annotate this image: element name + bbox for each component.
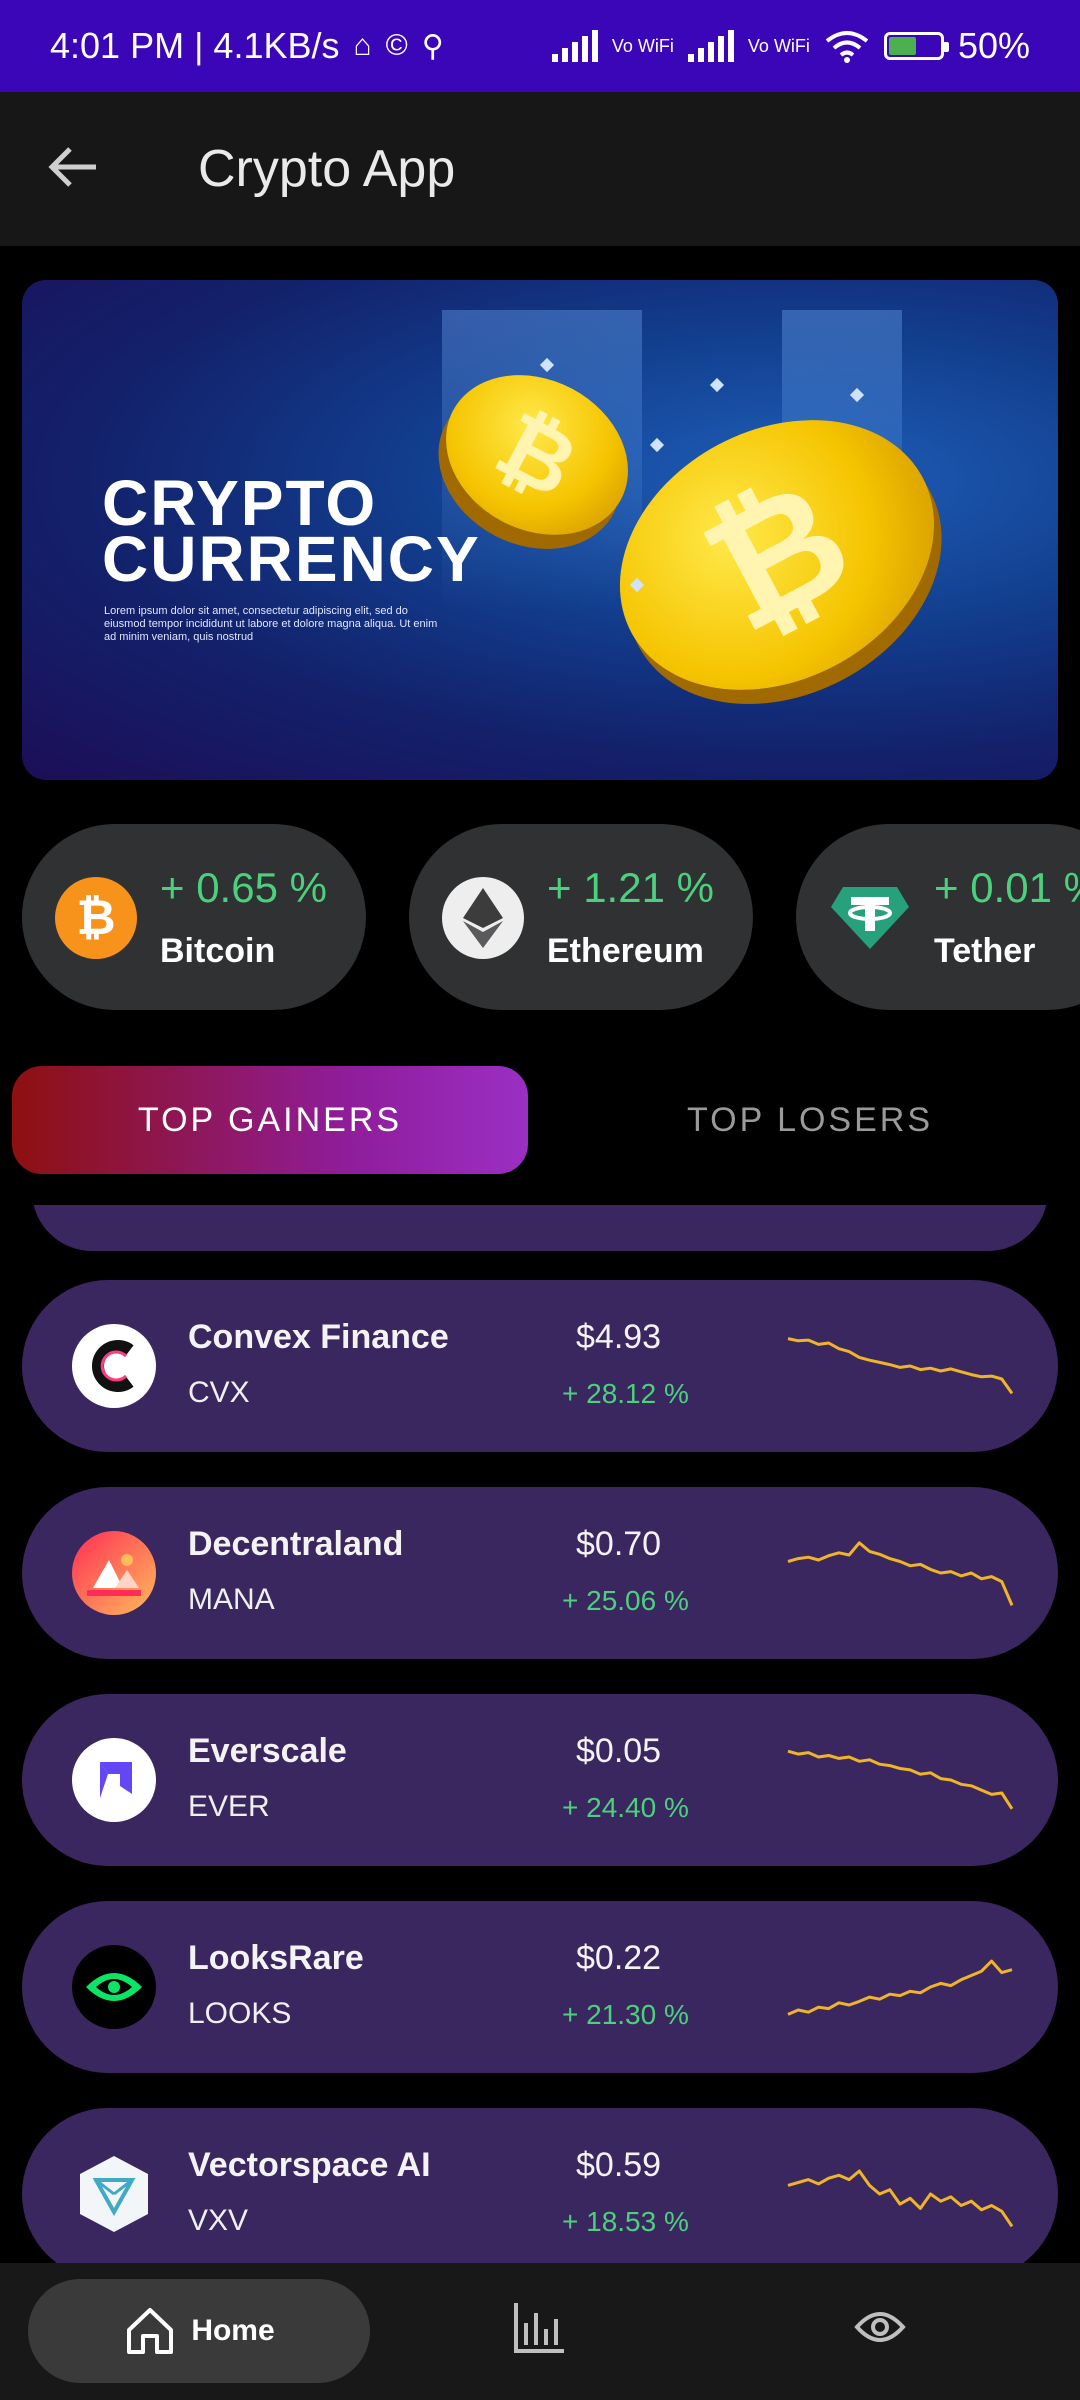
tab-top-gainers[interactable]: TOP GAINERS (12, 1066, 528, 1174)
sparkline-chart (787, 1541, 1014, 1606)
coin-name: LooksRare (188, 1939, 364, 1977)
wifi-icon (825, 31, 869, 63)
back-arrow-icon[interactable] (48, 137, 108, 202)
coin-name: Convex Finance (188, 1318, 449, 1356)
watchlist-eye-icon[interactable] (854, 2305, 906, 2349)
page-title: Crypto App (198, 140, 456, 198)
list-item[interactable]: LooksRare LOOKS $0.22 + 21.30 % (22, 1901, 1058, 2073)
promo-banner: CRYPTO CURRENCY Lorem ipsum dolor sit am… (22, 280, 1058, 780)
ticker-strip[interactable]: ₿ + 0.65 % Bitcoin + 1.21 % Ethereum + 0… (0, 824, 1080, 1010)
tab-top-losers[interactable]: TOP LOSERS (560, 1066, 1060, 1174)
coin-change: + 28.12 % (562, 1378, 689, 1409)
list-item[interactable]: Vectorspace AI VXV $0.59 + 18.53 % (22, 2108, 1058, 2263)
home-icon (127, 2308, 174, 2354)
list-item[interactable]: Convex Finance CVX $4.93 + 28.12 % (22, 1280, 1058, 1452)
sparkline-path (787, 1959, 1013, 2016)
vowifi-label-1: Vo WiFi (611, 36, 674, 56)
coin-name: Vectorspace AI (188, 2146, 431, 2184)
coin-symbol: VXV (188, 2204, 249, 2237)
coin-price: $0.59 (576, 2146, 662, 2184)
sparkline-chart (787, 2169, 1014, 2228)
coin-symbol: LOOKS (188, 1997, 292, 2030)
battery-icon (883, 32, 949, 60)
coin-price: $0.70 (576, 1525, 662, 1563)
coin-price: $4.93 (576, 1318, 662, 1356)
coin-price: $0.05 (576, 1732, 662, 1770)
list-item-partial (32, 1205, 1048, 1251)
ethereum-icon (442, 877, 524, 959)
coin-change: + 24.40 % (562, 1792, 689, 1823)
ticker-name: Ethereum (547, 932, 704, 970)
coin-symbol: EVER (188, 1790, 270, 1823)
list-item[interactable]: Everscale EVER $0.05 + 24.40 % (22, 1694, 1058, 1866)
coin-change: + 21.30 % (562, 1999, 689, 2030)
sparkline-path (787, 2169, 1014, 2228)
coin-name: Decentraland (188, 1525, 404, 1563)
sparkline-path (787, 1337, 1014, 1395)
bar-chart-icon[interactable] (510, 2299, 568, 2357)
ticker-card-tether[interactable]: + 0.01 % Tether (796, 824, 1080, 1010)
sparkline-chart (787, 1337, 1014, 1395)
coin-symbol: CVX (188, 1376, 250, 1409)
location-icon: ⚲ (421, 29, 444, 63)
app-notification-icon: © (385, 29, 408, 62)
ticker-name: Tether (934, 932, 1036, 970)
sparkline-path (787, 1749, 1014, 1810)
nav-home-button[interactable]: Home (28, 2279, 370, 2383)
looksrare-icon (72, 1945, 156, 2029)
coin-change: + 18.53 % (562, 2206, 689, 2237)
coin-price: $0.22 (576, 1939, 662, 1977)
nav-home-label: Home (191, 2314, 275, 2347)
tether-icon (829, 877, 911, 959)
ticker-change: + 1.21 % (547, 864, 714, 911)
ticker-change: + 0.65 % (160, 864, 327, 911)
banner-title: CRYPTO CURRENCY (102, 467, 481, 595)
notification-icon: ⌂ (353, 29, 372, 62)
everscale-icon (72, 1738, 156, 1822)
banner-subtitle: Lorem ipsum dolor sit amet, consectetur … (104, 605, 438, 643)
vectorspace-ai-icon (72, 2152, 156, 2236)
signal-icon (551, 30, 598, 62)
ticker-card-ethereum[interactable]: + 1.21 % Ethereum (409, 824, 753, 1010)
coin-symbol: MANA (188, 1583, 275, 1616)
decentraland-icon (72, 1531, 156, 1615)
vowifi-label-2: Vo WiFi (747, 36, 810, 56)
bitcoin-icon: ₿ (55, 877, 137, 959)
coin-change: + 25.06 % (562, 1585, 689, 1616)
ticker-card-bitcoin[interactable]: ₿ + 0.65 % Bitcoin (22, 824, 366, 1010)
convex-finance-icon (72, 1324, 156, 1408)
ticker-name: Bitcoin (160, 932, 276, 970)
ticker-change: + 0.01 % (934, 864, 1080, 911)
status-bar: 4:01 PM | 4.1KB/s ⌂ © ⚲ Vo WiFi Vo WiFi … (0, 0, 1080, 92)
app-bar: Crypto App (0, 92, 1080, 246)
battery-level: 50% (957, 25, 1030, 66)
signal-icon-2 (687, 30, 734, 62)
sparkline-chart (787, 1959, 1013, 2016)
list-item[interactable]: Decentraland MANA $0.70 + 25.06 % (22, 1487, 1058, 1659)
coin-name: Everscale (188, 1732, 347, 1770)
sparkline-chart (787, 1749, 1014, 1810)
status-time: 4:01 PM | 4.1KB/s (50, 25, 340, 66)
gainers-list[interactable]: Convex Finance CVX $4.93 + 28.12 % Decen… (0, 1205, 1080, 2263)
bottom-nav: Home (0, 2263, 1080, 2400)
sparkline-path (787, 1541, 1014, 1606)
